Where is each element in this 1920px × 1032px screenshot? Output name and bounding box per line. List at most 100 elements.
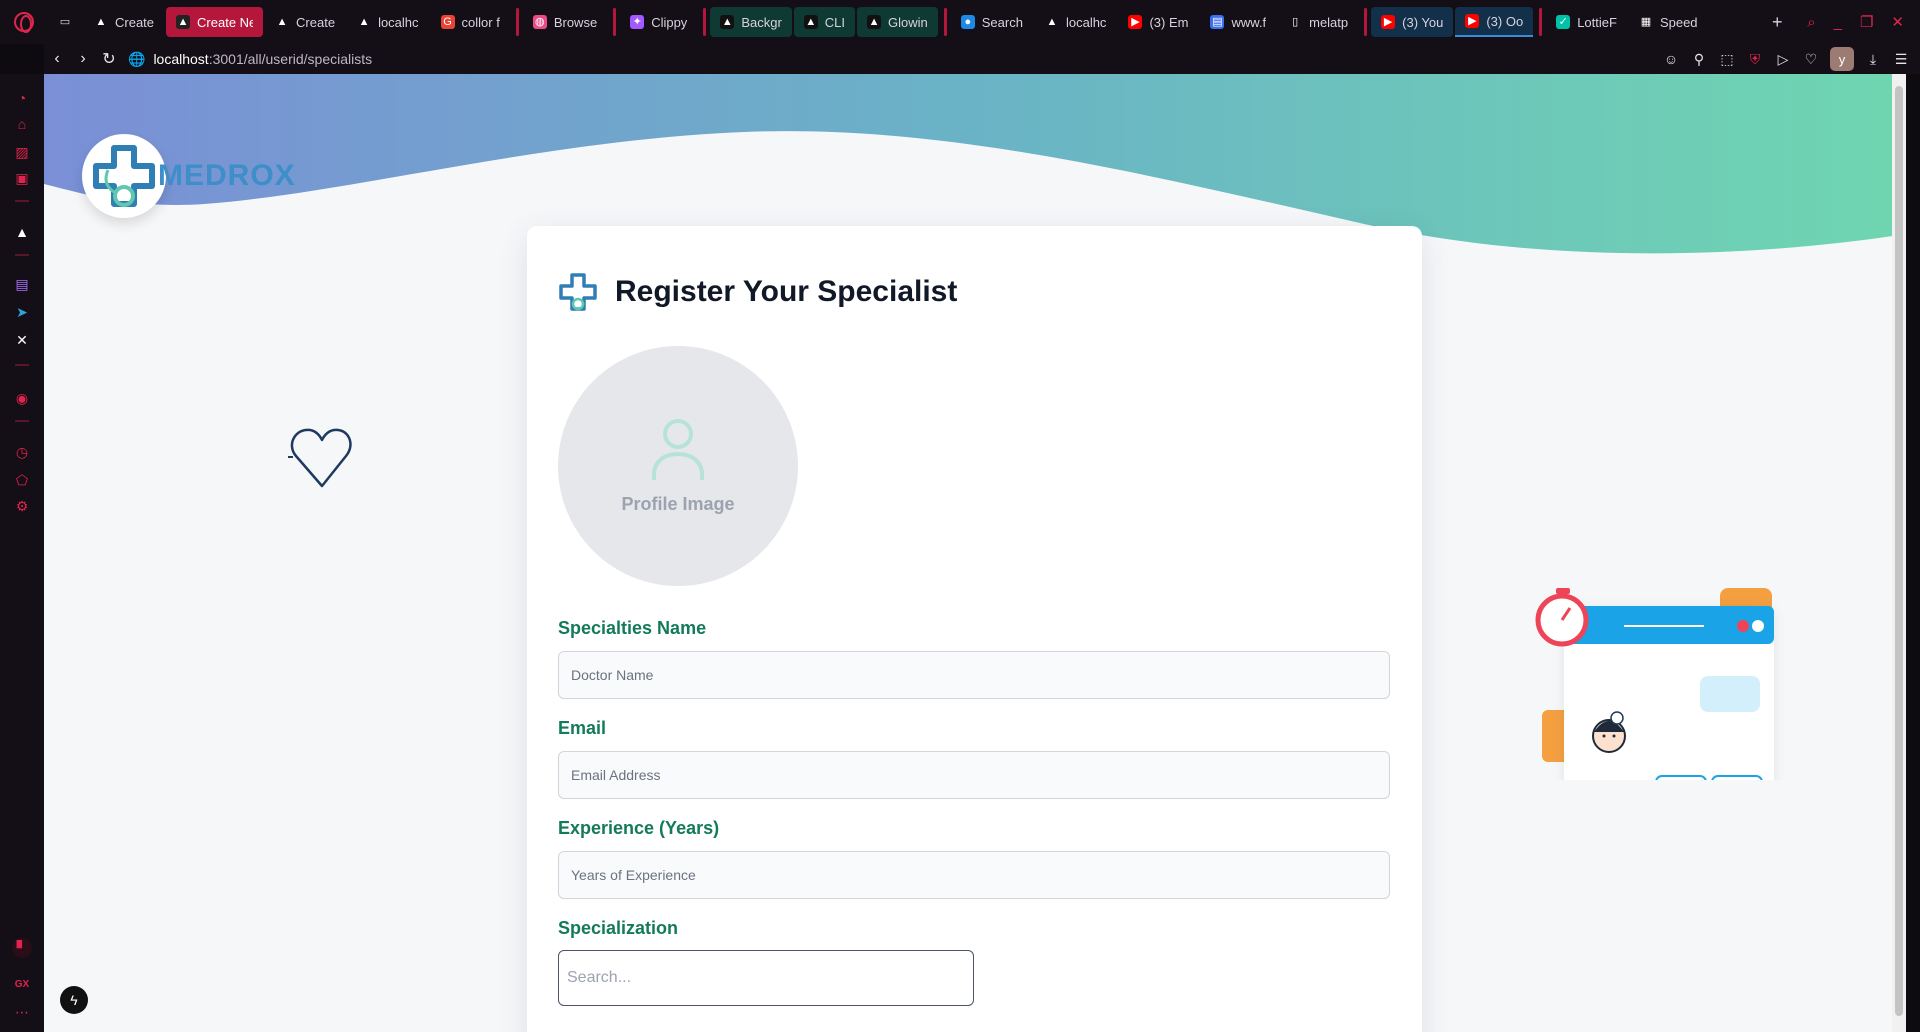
- triangle-icon: ▲: [95, 16, 107, 28]
- tab-strip: ▭ ▲ Create ▲ Create Next A ▲ Create ▲ localhc Gc…: [48, 0, 1763, 44]
- vpn-shield-icon[interactable]: ⛨: [1746, 50, 1764, 68]
- snapshot-icon[interactable]: ⬚: [1718, 50, 1736, 68]
- browser-tab[interactable]: ● Search: [951, 7, 1033, 37]
- aceternity-icon: ▲: [803, 15, 818, 29]
- triangle-icon: ▲: [358, 16, 370, 28]
- brand-logo[interactable]: MEDROX: [82, 134, 296, 218]
- browser-tab[interactable]: ▲ Glowin: [857, 7, 938, 37]
- new-tab-button[interactable]: +: [1763, 8, 1791, 36]
- page-scrollbar[interactable]: [1892, 74, 1906, 1032]
- profile-image-upload[interactable]: Profile Image: [558, 346, 798, 586]
- extensions-icon[interactable]: ⬠: [12, 470, 32, 490]
- tab-label: (3) Oo: [1486, 13, 1524, 29]
- tab-label: www.f: [1231, 14, 1267, 30]
- url-field[interactable]: 🌐 localhost:3001/all/userid/specialists: [128, 51, 372, 68]
- specialization-search-input[interactable]: [558, 950, 974, 1006]
- scrollbar-thumb[interactable]: [1895, 86, 1903, 1016]
- reload-button[interactable]: ↻: [96, 46, 122, 72]
- google-icon: G: [440, 15, 455, 29]
- telegram-icon[interactable]: ➤: [12, 302, 32, 322]
- browser-tab[interactable]: ▶ (3) Oo: [1455, 7, 1534, 37]
- x-icon[interactable]: ✕: [12, 330, 32, 350]
- browser-tab[interactable]: ▲ Create Next A: [166, 7, 264, 37]
- pin-icon[interactable]: ⚲: [1690, 50, 1708, 68]
- back-button[interactable]: ‹: [44, 46, 70, 72]
- browser-tab[interactable]: ▲ localhc: [347, 7, 428, 37]
- url-host: localhost: [153, 51, 209, 67]
- tab-workspace[interactable]: ▭: [48, 7, 82, 37]
- doctor-name-input[interactable]: [558, 651, 1390, 699]
- site-info-icon[interactable]: 🌐: [128, 51, 145, 68]
- web-page: MEDROX Register Your Specialist Profile …: [44, 74, 1906, 1032]
- minimize-button[interactable]: _: [1834, 14, 1842, 31]
- tab-label: Clippy: [651, 14, 688, 30]
- sidebar-divider: [15, 420, 29, 422]
- tab-label: Create: [115, 14, 155, 30]
- email-label: Email: [558, 718, 607, 738]
- nextjs-dev-tools-button[interactable]: ϟ: [60, 986, 88, 1014]
- settings-icon[interactable]: ⚙: [12, 496, 32, 516]
- youtube-icon: ▶: [1381, 15, 1396, 29]
- browser-tab[interactable]: ✦ Clippy: [620, 7, 697, 37]
- toolbar-right: ☺ ⚲ ⬚ ⛨ ▷ ♡ y ⤓ ☰: [1662, 47, 1920, 71]
- forward-button[interactable]: ›: [70, 46, 96, 72]
- menu-icon[interactable]: ☰: [1892, 50, 1910, 68]
- browser-tab[interactable]: ▶ (3) You: [1371, 7, 1454, 37]
- speed-dial-icon[interactable]: ◔: [12, 88, 32, 108]
- doc-icon: ▤: [1210, 15, 1225, 29]
- browser-tab[interactable]: ▲ Create: [84, 7, 164, 37]
- browser-tab[interactable]: ▲ Create: [265, 7, 345, 37]
- tab-group-separator: [1364, 8, 1368, 36]
- history-icon[interactable]: ◷: [12, 442, 32, 462]
- browser-tab[interactable]: ◍ Browse: [523, 7, 607, 37]
- music-player-icon[interactable]: ◉: [12, 388, 32, 408]
- browser-tab[interactable]: ▦ Speed: [1629, 7, 1708, 37]
- more-icon[interactable]: ⋯: [12, 1002, 32, 1022]
- browser-tab[interactable]: ▶ (3) Em: [1118, 7, 1198, 37]
- opera-gx-logo-icon[interactable]: [0, 0, 48, 44]
- tab-label: collor f: [461, 14, 500, 30]
- gx-badge-icon[interactable]: GX: [12, 974, 32, 994]
- heart-outline-icon: [288, 428, 352, 488]
- browser-tab[interactable]: ▤ www.f: [1200, 7, 1276, 37]
- youtube-icon: ▶: [1128, 15, 1143, 29]
- browser-tab[interactable]: ▲ Backgr: [710, 7, 792, 37]
- browser-tab[interactable]: ✓ LottieF: [1546, 7, 1627, 37]
- window-controls: ⌕ _ ❐ ✕: [1791, 13, 1920, 32]
- search-tabs-icon[interactable]: ⌕: [1807, 14, 1815, 31]
- gx-corner-icon[interactable]: ⌂: [12, 114, 32, 134]
- browser-tab[interactable]: ▲ localhc: [1035, 7, 1116, 37]
- download-icon[interactable]: ⤓: [1864, 50, 1882, 68]
- close-window-button[interactable]: ✕: [1891, 13, 1904, 31]
- emoji-icon[interactable]: ☺: [1662, 50, 1680, 68]
- url-path: :3001/all/userid/specialists: [208, 51, 373, 67]
- specialty-name-label: Specialties Name: [558, 618, 707, 638]
- browser-tab[interactable]: ▲ CLI: [793, 7, 856, 37]
- specialization-label: Specialization: [558, 918, 679, 938]
- gx-status-icon[interactable]: ▘: [12, 938, 32, 958]
- gx-control-icon[interactable]: ▨: [12, 142, 32, 162]
- triangle-icon: ▲: [276, 16, 288, 28]
- player-icon[interactable]: ▷: [1774, 50, 1792, 68]
- card-header: Register Your Specialist: [557, 271, 957, 313]
- figma-icon: ✦: [630, 15, 645, 29]
- twitch-icon[interactable]: ▤: [12, 274, 32, 294]
- email-input[interactable]: [558, 751, 1390, 799]
- tab-group-separator: [943, 8, 947, 36]
- heart-icon[interactable]: ♡: [1802, 50, 1820, 68]
- aceternity-icon[interactable]: ▲: [12, 222, 32, 242]
- browser-tab[interactable]: Gcollor f: [431, 7, 510, 37]
- profile-avatar[interactable]: y: [1830, 47, 1854, 71]
- brand-name: MEDROX: [158, 159, 296, 192]
- grid-icon: ▦: [1640, 16, 1652, 28]
- tab-label: CLI: [824, 14, 846, 30]
- browser-tab-bar: ▭ ▲ Create ▲ Create Next A ▲ Create ▲ localhc Gc…: [0, 0, 1920, 44]
- messenger-icon[interactable]: ▣: [12, 168, 32, 188]
- user-placeholder-icon: [652, 418, 704, 480]
- restore-button[interactable]: ❐: [1860, 13, 1873, 31]
- tab-label: LottieF: [1577, 14, 1617, 30]
- tab-label: localhc: [378, 14, 419, 30]
- browser-tab[interactable]: ▯ melatp: [1278, 7, 1358, 37]
- tab-label: (3) You: [1402, 14, 1444, 30]
- experience-input[interactable]: [558, 851, 1390, 899]
